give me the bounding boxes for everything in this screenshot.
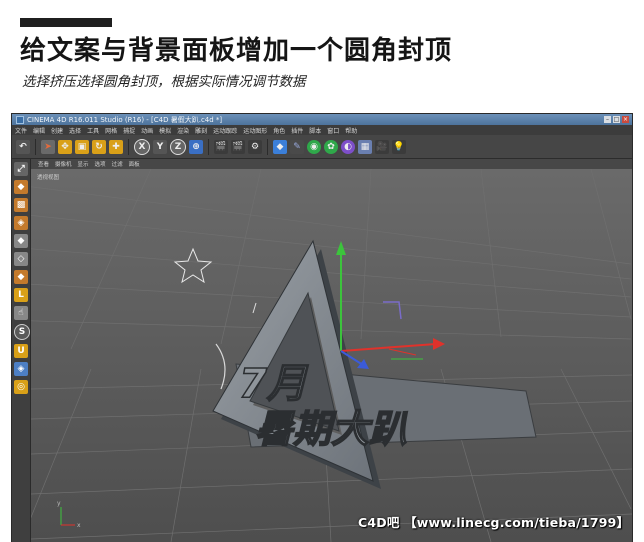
viewport-menu-cameras[interactable]: 摄像机 <box>52 160 75 168</box>
logo-text-bottom: 暑期大趴 <box>255 407 408 451</box>
menu-snap[interactable]: 捕捉 <box>120 126 138 135</box>
menu-help[interactable]: 帮助 <box>342 126 360 135</box>
viewport-menu-display[interactable]: 显示 <box>75 160 92 168</box>
add-icon[interactable]: ✚ <box>109 139 123 154</box>
make-editable-icon[interactable]: ⤢ <box>14 162 28 176</box>
deformer-icon[interactable]: ◐ <box>341 139 355 154</box>
render-view-icon[interactable]: 🎬 <box>214 139 228 154</box>
edges-mode-icon[interactable]: ◇ <box>14 252 28 266</box>
menu-mograph[interactable]: 运动图形 <box>240 126 270 135</box>
snap-icon[interactable]: S <box>14 324 30 340</box>
close-button[interactable]: × <box>622 116 629 123</box>
floor-icon[interactable]: ▦ <box>358 139 372 154</box>
viewport-menu-panel[interactable]: 面板 <box>126 160 143 168</box>
menu-tools[interactable]: 工具 <box>84 126 102 135</box>
menu-plugins[interactable]: 插件 <box>288 126 306 135</box>
workplane-icon[interactable]: ◈ <box>14 216 28 230</box>
y-axis-lock-button[interactable]: Y <box>153 139 167 154</box>
polygons-mode-icon[interactable]: ◆ <box>14 270 28 284</box>
cinema4d-window: CINEMA 4D R16.011 Studio (R16) - [C4D 暑假… <box>12 114 632 542</box>
tutorial-subtitle: 选择挤压选择圆角封顶，根据实际情况调节数据 <box>22 74 306 90</box>
viewport-menu-filter[interactable]: 过滤 <box>109 160 126 168</box>
menu-animate[interactable]: 动画 <box>138 126 156 135</box>
x-axis-lock-button[interactable]: X <box>134 138 150 155</box>
maximize-button[interactable]: □ <box>613 116 620 123</box>
menu-character[interactable]: 角色 <box>270 126 288 135</box>
render-settings-icon[interactable]: ⚙ <box>248 139 262 154</box>
viewport-menu-bar: 查看 摄像机 显示 选项 过滤 面板 <box>31 159 632 169</box>
menu-file[interactable]: 文件 <box>12 126 30 135</box>
light-icon[interactable]: 💡 <box>392 139 406 154</box>
viewport-label: 透视视图 <box>37 175 60 181</box>
window-title-bar: CINEMA 4D R16.011 Studio (R16) - [C4D 暑假… <box>12 114 632 125</box>
model-mode-icon[interactable]: ◆ <box>14 180 28 194</box>
pen-spline-icon[interactable]: ✎ <box>290 139 304 154</box>
viewport-scene: 7月 暑期大趴 y x <box>31 169 632 542</box>
select-arrow-icon[interactable]: ➤ <box>41 139 55 154</box>
z-axis-lock-button[interactable]: Z <box>170 138 186 155</box>
undo-icon[interactable]: ↶ <box>16 139 30 154</box>
menu-mesh[interactable]: 网格 <box>102 126 120 135</box>
move-icon[interactable]: ✥ <box>58 139 72 154</box>
viewport-menu-options[interactable]: 选项 <box>92 160 109 168</box>
header-accent-bar <box>20 18 112 27</box>
left-tool-palette: ⤢ ◆ ▩ ◈ ◆ ◇ ◆ L ☝ S U ◈ ◎ <box>12 159 31 542</box>
tweak-icon[interactable]: ☝ <box>14 306 28 320</box>
lock-workplane-icon[interactable]: ◎ <box>14 380 28 394</box>
menu-render[interactable]: 渲染 <box>174 126 192 135</box>
subdivision-icon[interactable]: ◉ <box>307 139 321 154</box>
magnet-icon[interactable]: U <box>14 344 28 358</box>
menu-motion-tracker[interactable]: 运动跟踪 <box>210 126 240 135</box>
watermark: C4D吧 【www.linecg.com/tieba/1799】 <box>358 515 630 530</box>
scale-icon[interactable]: ▣ <box>75 139 89 154</box>
texture-mode-icon[interactable]: ▩ <box>14 198 28 212</box>
menu-create[interactable]: 创建 <box>48 126 66 135</box>
svg-text:y: y <box>57 500 61 507</box>
axis-mode-icon[interactable]: L <box>14 288 28 302</box>
rotate-icon[interactable]: ↻ <box>92 139 106 154</box>
main-toolbar: ↶ ➤ ✥ ▣ ↻ ✚ X Y Z ⊕ 🎬 🎬 ⚙ ◆ ✎ ◉ ✿ ◐ ▦ 🎥 … <box>12 135 632 159</box>
menu-script[interactable]: 脚本 <box>306 126 324 135</box>
app-icon <box>16 115 24 124</box>
menu-edit[interactable]: 编辑 <box>30 126 48 135</box>
points-mode-icon[interactable]: ◆ <box>14 234 28 248</box>
menu-select[interactable]: 选择 <box>66 126 84 135</box>
array-icon[interactable]: ✿ <box>324 139 338 154</box>
camera-icon[interactable]: 🎥 <box>375 139 389 154</box>
solo-icon[interactable]: ◈ <box>14 362 28 376</box>
minimize-button[interactable]: – <box>604 116 611 123</box>
tutorial-title: 给文案与背景面板增加一个圆角封顶 <box>20 36 453 66</box>
render-picture-viewer-icon[interactable]: 🎬 <box>231 139 245 154</box>
main-menu-bar: 文件 编辑 创建 选择 工具 网格 捕捉 动画 模拟 渲染 雕刻 运动跟踪 运动… <box>12 125 632 135</box>
menu-sculpt[interactable]: 雕刻 <box>192 126 210 135</box>
viewport-menu-view[interactable]: 查看 <box>35 160 52 168</box>
window-title: CINEMA 4D R16.011 Studio (R16) - [C4D 暑假… <box>27 115 223 124</box>
svg-text:x: x <box>77 522 81 529</box>
cube-primitive-icon[interactable]: ◆ <box>273 139 287 154</box>
menu-window[interactable]: 窗口 <box>324 126 342 135</box>
perspective-viewport[interactable]: 查看 摄像机 显示 选项 过滤 面板 7月 暑期大趴 y x 透视视图 <box>31 159 632 542</box>
logo-text-top: 7月 <box>239 361 309 407</box>
coordinate-system-icon[interactable]: ⊕ <box>189 139 203 154</box>
menu-simulate[interactable]: 模拟 <box>156 126 174 135</box>
